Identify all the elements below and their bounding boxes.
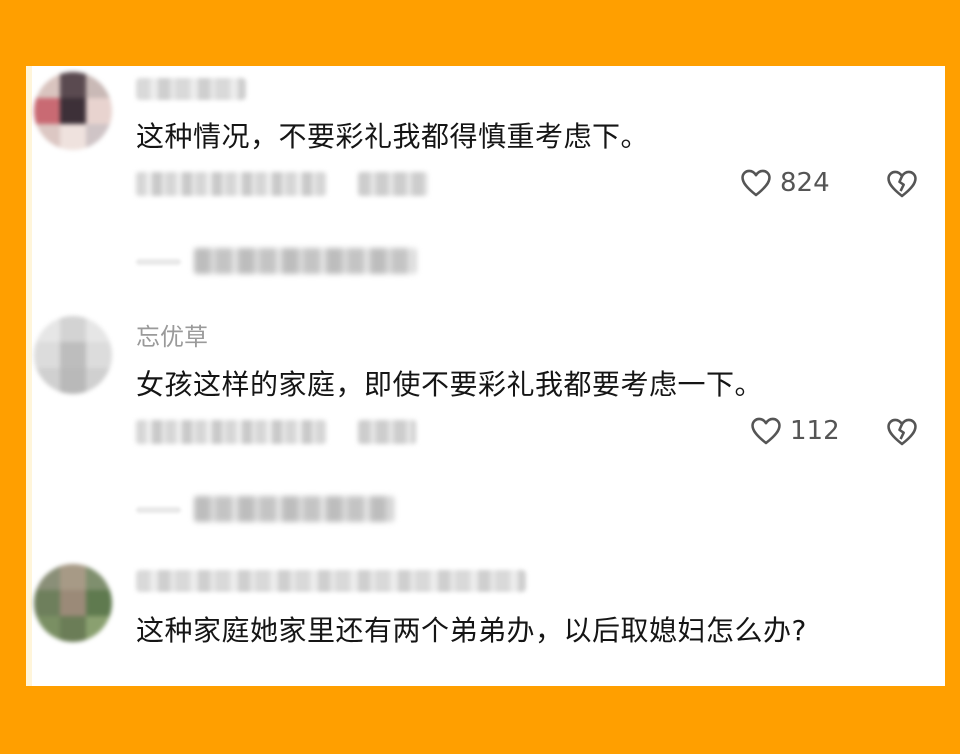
reply-divider: [136, 259, 181, 265]
heart-outline-icon: [751, 417, 781, 445]
reply-button-redacted[interactable]: [358, 172, 428, 196]
comment-list: 这种情况，不要彩礼我都得慎重考虑下。 824 忘优草 女孩这样的家庭，即使不要彩…: [26, 66, 945, 686]
username[interactable]: 忘优草: [136, 322, 208, 352]
like-button[interactable]: 112: [748, 414, 840, 448]
like-count: 112: [790, 416, 840, 446]
comment-text: 这种情况，不要彩礼我都得慎重考虑下。: [136, 120, 650, 153]
comment-meta-redacted: [136, 420, 326, 444]
comment-item: 这种家庭她家里还有两个弟弟办，以后取媳妇怎么办?: [26, 560, 945, 686]
view-replies-redacted[interactable]: [194, 496, 394, 522]
like-button[interactable]: 824: [738, 166, 830, 200]
reply-button-redacted[interactable]: [358, 420, 416, 444]
username-redacted[interactable]: [136, 78, 246, 100]
comment-text: 女孩这样的家庭，即使不要彩礼我都要考虑一下。: [136, 368, 764, 401]
broken-heart-icon[interactable]: [884, 415, 920, 449]
comment-item: 忘优草 女孩这样的家庭，即使不要彩礼我都要考虑一下。 112: [26, 314, 945, 539]
avatar[interactable]: [34, 564, 112, 642]
heart-outline-icon: [741, 169, 771, 197]
reply-divider: [136, 507, 181, 513]
avatar[interactable]: [34, 72, 112, 150]
avatar[interactable]: [34, 316, 112, 394]
comment-text: 这种家庭她家里还有两个弟弟办，以后取媳妇怎么办?: [136, 614, 807, 647]
broken-heart-icon[interactable]: [884, 167, 920, 201]
like-count: 824: [780, 168, 830, 198]
username-redacted[interactable]: [136, 570, 526, 592]
comment-item: 这种情况，不要彩礼我都得慎重考虑下。 824: [26, 66, 945, 291]
view-replies-redacted[interactable]: [194, 248, 416, 274]
comment-meta-redacted: [136, 172, 326, 196]
